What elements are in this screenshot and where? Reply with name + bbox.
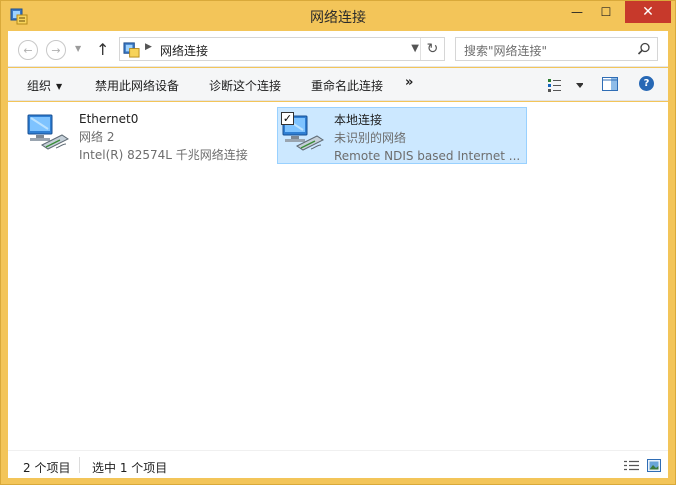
back-button[interactable]: ← (18, 40, 38, 60)
arrow-right-icon: → (51, 43, 61, 57)
organize-button[interactable]: 组织 ▼ (27, 77, 62, 94)
connection-device: Remote NDIS based Internet ... (334, 149, 521, 163)
connection-name: Ethernet0 (79, 112, 139, 126)
rename-connection-button[interactable]: 重命名此连接 (311, 77, 383, 94)
details-view-icon[interactable] (624, 460, 639, 472)
arrow-left-icon: ← (23, 43, 33, 57)
connection-item-ethernet0[interactable]: Ethernet0 网络 2 Intel(R) 82574L 千兆网络连接 (23, 107, 273, 164)
breadcrumb-chevron-icon[interactable]: ▶ (145, 42, 152, 52)
refresh-button[interactable]: ↻ (420, 38, 444, 60)
search-icon[interactable] (637, 42, 651, 56)
forward-button[interactable]: → (46, 40, 66, 60)
close-button[interactable]: ✕ (625, 1, 671, 23)
dropdown-caret-icon: ▼ (56, 82, 63, 91)
status-divider (79, 457, 80, 473)
connection-item-local[interactable]: ✓ 本地连接 未识别的网络 Remote NDIS based Internet… (277, 107, 527, 164)
connection-status: 未识别的网络 (334, 131, 407, 145)
recent-locations-button[interactable]: ▼ (75, 44, 81, 53)
network-connections-icon (123, 42, 140, 58)
diagnose-connection-button[interactable]: 诊断这个连接 (209, 77, 281, 94)
refresh-icon: ↻ (426, 41, 439, 57)
breadcrumb-current[interactable]: 网络连接 (160, 42, 208, 59)
item-count: 2 个项目 (23, 461, 71, 475)
command-bar: 组织 ▼ 禁用此网络设备 诊断这个连接 重命名此连接 » ? (8, 68, 668, 101)
address-dropdown-icon[interactable]: ▼ (411, 43, 419, 54)
search-input[interactable]: 搜索"网络连接" (455, 37, 658, 61)
more-commands-button[interactable]: » (405, 75, 413, 90)
arrow-up-icon: ↑ (96, 40, 110, 59)
up-button[interactable]: ↑ (96, 40, 109, 59)
connection-list: Ethernet0 网络 2 Intel(R) 82574L 千兆网络连接 ✓ … (8, 102, 668, 450)
connection-status: 网络 2 (79, 130, 115, 144)
maximize-button[interactable]: ☐ (591, 1, 621, 23)
disable-device-button[interactable]: 禁用此网络设备 (95, 77, 179, 94)
large-icons-view-icon[interactable] (647, 459, 661, 472)
chevron-down-icon: ▼ (75, 44, 82, 53)
connection-device: Intel(R) 82574L 千兆网络连接 (79, 148, 248, 162)
explorer-window: 网络连接 — ☐ ✕ ← → ▼ ↑ ▶ 网络连接 ▼ ↻ 搜索"网络连接" 组… (0, 0, 676, 485)
help-button[interactable]: ? (639, 76, 654, 91)
connection-name: 本地连接 (334, 113, 383, 127)
search-placeholder: 搜索"网络连接" (464, 44, 548, 58)
checkmark-icon: ✓ (282, 112, 293, 125)
status-bar: 2 个项目 选中 1 个项目 (8, 450, 668, 478)
title-bar[interactable]: 网络连接 — ☐ ✕ (1, 1, 675, 31)
change-view-icon[interactable] (547, 77, 583, 93)
navigation-bar: ← → ▼ ↑ ▶ 网络连接 ▼ ↻ 搜索"网络连接" (8, 31, 668, 67)
minimize-button[interactable]: — (563, 1, 591, 23)
selected-count: 选中 1 个项目 (92, 461, 168, 475)
address-bar[interactable]: ▶ 网络连接 ▼ ↻ (119, 37, 445, 61)
help-icon: ? (643, 78, 650, 89)
network-adapter-icon (27, 114, 69, 150)
preview-pane-icon[interactable] (602, 77, 618, 91)
selection-checkbox[interactable]: ✓ (281, 112, 294, 125)
organize-label: 组织 (27, 79, 52, 93)
